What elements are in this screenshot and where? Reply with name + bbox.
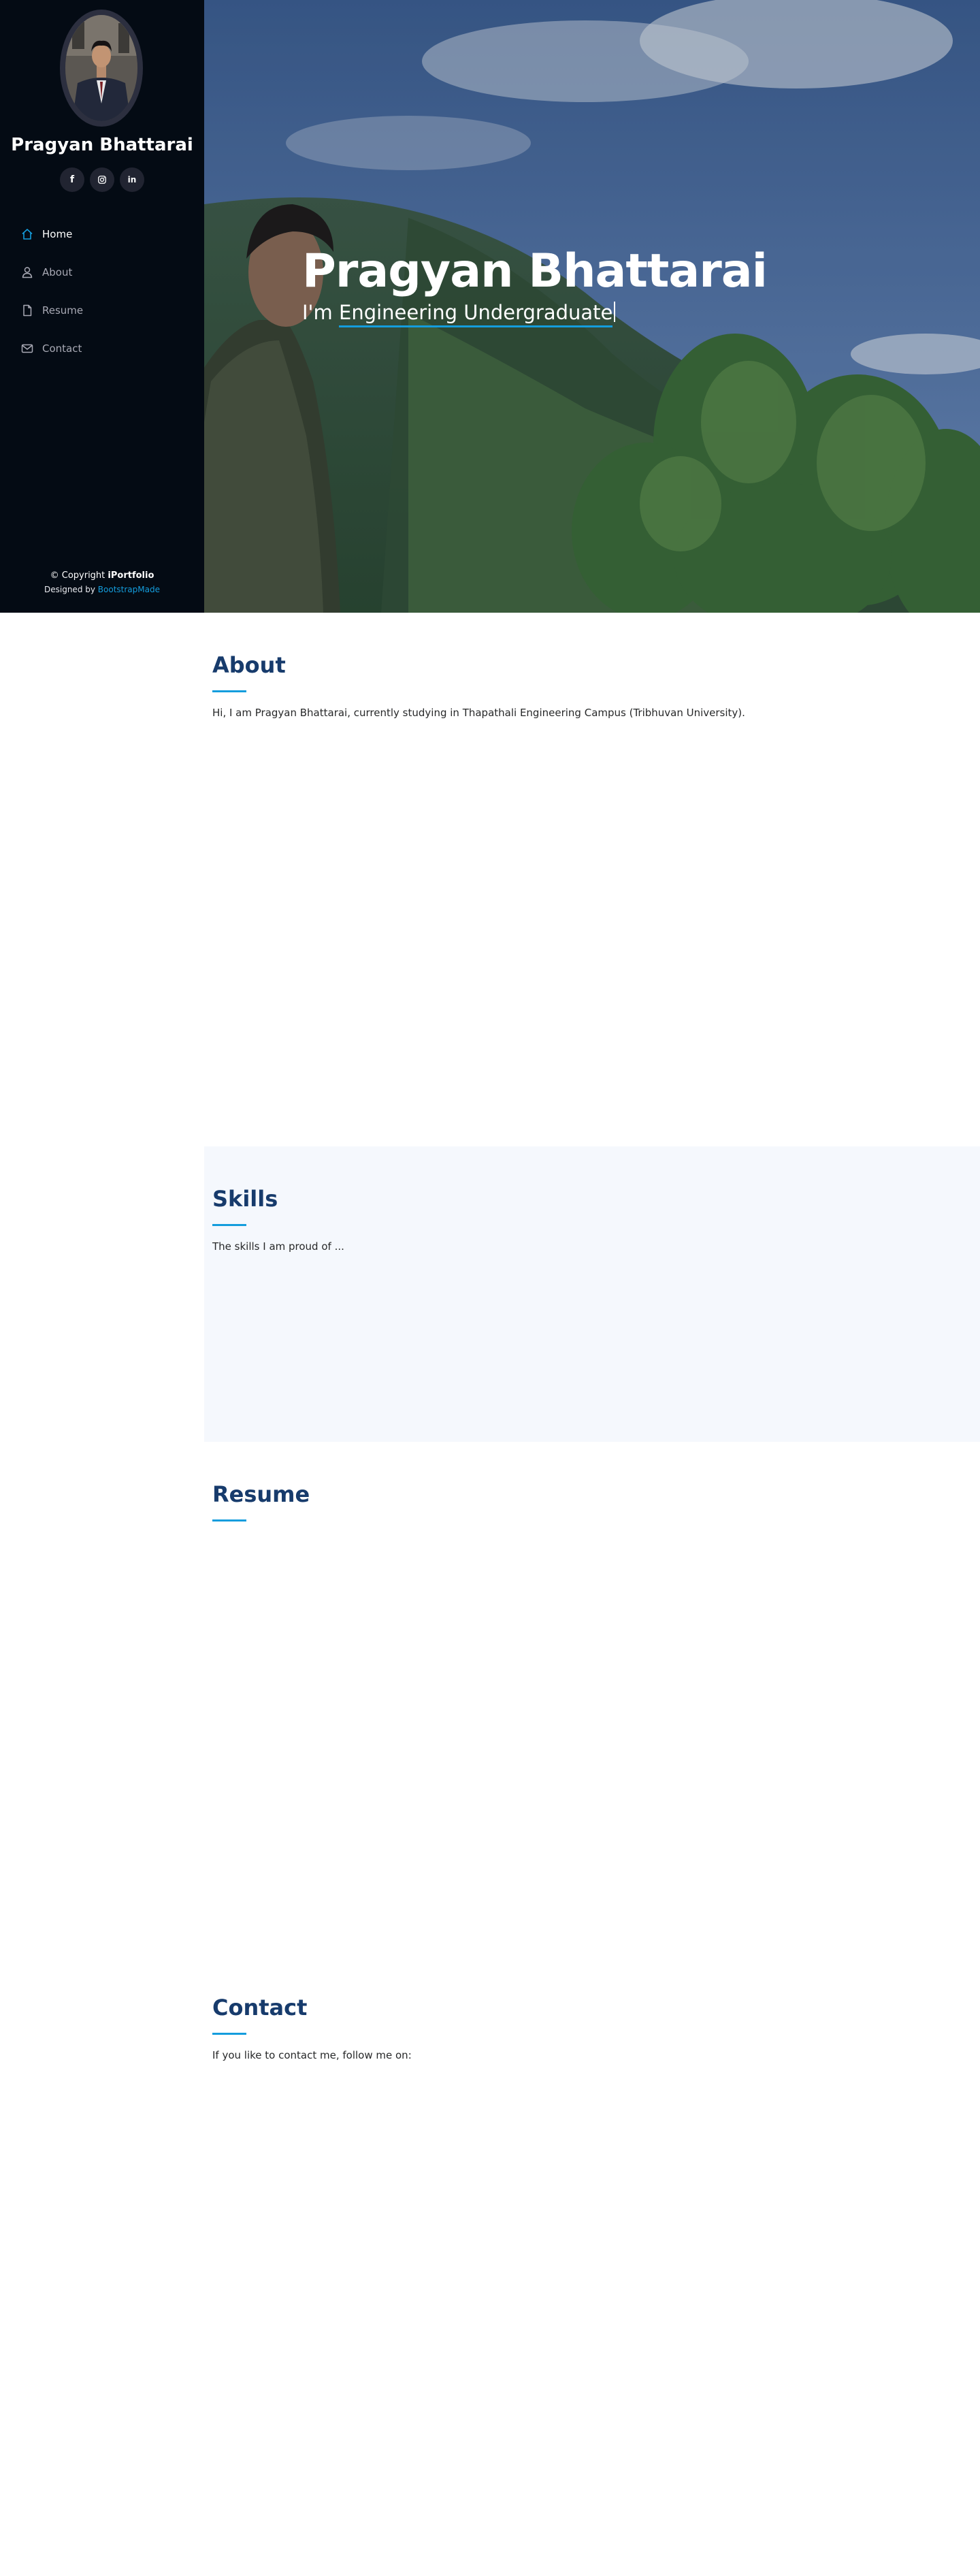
credits: Designed by BootstrapMade bbox=[0, 585, 204, 594]
contact-title: Contact bbox=[212, 1995, 308, 2020]
skills-title-underline bbox=[212, 1224, 246, 1226]
profile-avatar bbox=[60, 10, 143, 127]
instagram-link[interactable] bbox=[90, 167, 114, 192]
nav-item-home[interactable]: Home bbox=[20, 215, 184, 253]
nav-item-label: Home bbox=[42, 228, 73, 240]
nav-item-label: Resume bbox=[42, 304, 84, 317]
resume-title-underline bbox=[212, 1519, 246, 1522]
social-links: f in bbox=[0, 167, 204, 192]
skills-text: The skills I am proud of ... bbox=[212, 1240, 344, 1253]
typing-cursor bbox=[614, 302, 616, 322]
copyright-brand: iPortfolio bbox=[108, 570, 154, 581]
linkedin-icon: in bbox=[127, 175, 137, 184]
hero-subtitle-prefix: I'm bbox=[302, 301, 339, 324]
about-title-underline bbox=[212, 690, 246, 692]
sidebar-footer: © Copyright iPortfolio Designed by Boots… bbox=[0, 570, 204, 594]
skills-title: Skills bbox=[212, 1186, 278, 1212]
nav-item-about[interactable]: About bbox=[20, 253, 184, 291]
avatar-image bbox=[65, 15, 137, 121]
nav-item-label: About bbox=[42, 266, 73, 278]
linkedin-link[interactable]: in bbox=[120, 167, 144, 192]
hero-title: Pragyan Bhattarai bbox=[302, 244, 768, 298]
contact-section: Contact If you like to contact me, follo… bbox=[204, 1955, 980, 2576]
about-text: Hi, I am Pragyan Bhattarai, currently st… bbox=[212, 707, 745, 719]
profile-name: Pragyan Bhattarai bbox=[11, 135, 193, 155]
contact-title-underline bbox=[212, 2033, 246, 2035]
nav-item-label: Contact bbox=[42, 342, 82, 355]
copyright-prefix: © Copyright bbox=[50, 570, 108, 581]
credits-prefix: Designed by bbox=[44, 585, 98, 594]
hero-section: Pragyan Bhattarai I'm Engineering Underg… bbox=[204, 0, 980, 613]
hero-subtitle: I'm Engineering Undergraduate bbox=[302, 301, 767, 327]
contact-text: If you like to contact me, follow me on: bbox=[212, 2049, 412, 2061]
bootstrapmade-link[interactable]: BootstrapMade bbox=[98, 585, 160, 594]
copyright: © Copyright iPortfolio bbox=[0, 570, 204, 581]
resume-section: Resume bbox=[204, 1442, 980, 1955]
facebook-link[interactable]: f bbox=[60, 167, 84, 192]
hero-typed-text: Engineering Undergraduate bbox=[339, 301, 613, 327]
skills-section: Skills The skills I am proud of ... bbox=[204, 1146, 980, 1442]
resume-title: Resume bbox=[212, 1481, 310, 1507]
facebook-icon: f bbox=[69, 174, 75, 185]
about-section: About Hi, I am Pragyan Bhattarai, curren… bbox=[204, 613, 980, 1146]
sidebar: Pragyan Bhattarai f in Home About Resume… bbox=[0, 0, 204, 613]
nav-item-contact[interactable]: Contact bbox=[20, 329, 184, 368]
person-icon bbox=[20, 265, 34, 279]
main-nav: Home About Resume Contact bbox=[20, 215, 184, 368]
hero-text: Pragyan Bhattarai I'm Engineering Underg… bbox=[302, 244, 768, 327]
envelope-icon bbox=[20, 342, 34, 355]
nav-item-resume[interactable]: Resume bbox=[20, 291, 184, 329]
home-icon bbox=[20, 227, 34, 241]
about-title: About bbox=[212, 652, 286, 678]
file-icon bbox=[20, 304, 34, 317]
instagram-icon bbox=[98, 176, 106, 184]
